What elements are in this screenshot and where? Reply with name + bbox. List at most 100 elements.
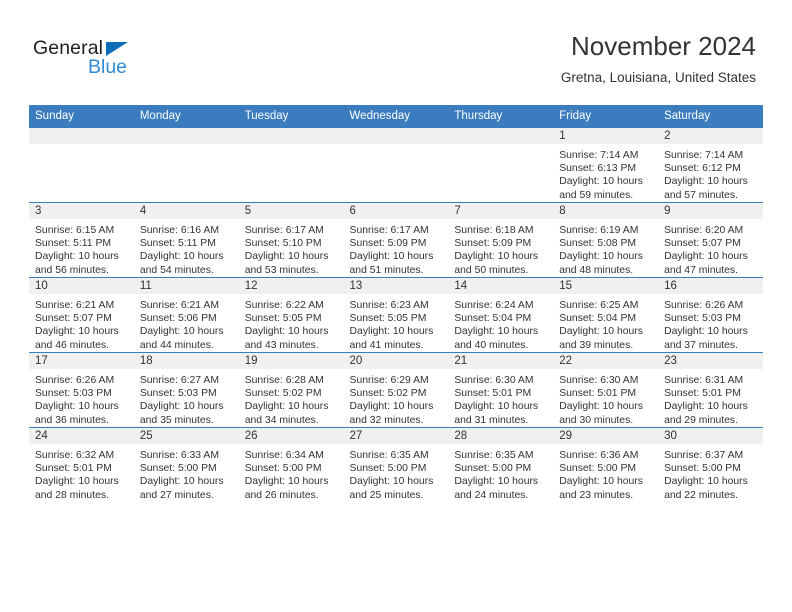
calendar-day-cell[interactable]: 6 Sunrise: 6:17 AM Sunset: 5:09 PM Daylight… xyxy=(343,202,449,278)
sunrise-text: Sunrise: 6:24 AM xyxy=(454,300,534,311)
calendar-day-cell[interactable]: 23 Sunrise: 6:31 AM Sunset: 5:01 PM Dayligh… xyxy=(658,352,763,428)
daylight-text: Daylight: 10 hours and 48 minutes. xyxy=(559,251,643,276)
calendar-day-cell[interactable]: 10 Sunrise: 6:21 AM Sunset: 5:07 PM Dayligh… xyxy=(29,277,134,353)
daylight-text: Daylight: 10 hours and 24 minutes. xyxy=(454,476,539,501)
daylight-text: Daylight: 10 hours and 40 minutes. xyxy=(454,326,539,351)
calendar-day-cell[interactable]: 14 Sunrise: 6:24 AM Sunset: 5:04 PM Dayligh… xyxy=(448,277,554,353)
calendar-day-cell[interactable]: 26 Sunrise: 6:34 AM Sunset: 5:00 PM Dayligh… xyxy=(238,427,344,502)
calendar-day-cell[interactable]: 25 Sunrise: 6:33 AM Sunset: 5:00 PM Dayligh… xyxy=(133,427,239,502)
sunset-text: Sunset: 5:07 PM xyxy=(664,238,741,250)
calendar-week-row: 17 Sunrise: 6:26 AM Sunset: 5:03 PM Dayligh… xyxy=(29,352,763,428)
calendar-day-cell-empty xyxy=(29,128,134,203)
day-details: Sunrise: 6:27 AM Sunset: 5:03 PM Daylight:… xyxy=(134,369,239,427)
daylight-text: Daylight: 10 hours and 35 minutes. xyxy=(139,401,224,426)
calendar-day-cell[interactable]: 1 Sunrise: 7:14 AM Sunset: 6:13 PM Daylight… xyxy=(553,128,659,203)
day-number: 24 xyxy=(29,428,134,444)
sunset-text: Sunset: 5:00 PM xyxy=(244,463,322,475)
calendar-day-cell[interactable]: 18 Sunrise: 6:27 AM Sunset: 5:03 PM Dayligh… xyxy=(133,352,239,428)
calendar-day-cell-empty xyxy=(343,128,449,203)
sunset-text: Sunset: 5:04 PM xyxy=(559,313,637,325)
day-details: Sunrise: 6:15 AM Sunset: 5:11 PM Daylight:… xyxy=(29,219,134,277)
calendar-day-cell[interactable]: 20 Sunrise: 6:29 AM Sunset: 5:02 PM Dayligh… xyxy=(343,352,449,428)
day-number: 8 xyxy=(553,203,659,219)
weekday-header-tuesday: Tuesday xyxy=(238,105,344,128)
day-details: Sunrise: 6:23 AM Sunset: 5:05 PM Daylight:… xyxy=(344,294,449,352)
day-number xyxy=(29,128,134,144)
day-number: 11 xyxy=(133,278,239,294)
calendar-day-cell[interactable]: 30 Sunrise: 6:37 AM Sunset: 5:00 PM Dayligh… xyxy=(658,427,763,502)
weekday-header-saturday: Saturday xyxy=(658,105,763,128)
sunset-text: Sunset: 5:03 PM xyxy=(35,388,112,400)
day-number: 30 xyxy=(658,428,763,444)
calendar-day-cell[interactable]: 15 Sunrise: 6:25 AM Sunset: 5:04 PM Dayligh… xyxy=(553,277,659,353)
weekday-header-monday: Monday xyxy=(133,105,239,128)
daylight-text: Daylight: 10 hours and 25 minutes. xyxy=(349,476,434,501)
calendar-day-cell[interactable]: 29 Sunrise: 6:36 AM Sunset: 5:00 PM Dayligh… xyxy=(553,427,659,502)
sunset-text: Sunset: 5:09 PM xyxy=(349,238,427,250)
page-title: November 2024 xyxy=(571,31,756,61)
calendar-page: General Blue November 2024 Gretna, Louis… xyxy=(0,0,792,612)
day-details: Sunrise: 6:36 AM Sunset: 5:00 PM Daylight:… xyxy=(553,444,658,502)
sunrise-text: Sunrise: 6:26 AM xyxy=(35,375,115,386)
calendar-day-cell[interactable]: 8 Sunrise: 6:19 AM Sunset: 5:08 PM Daylight… xyxy=(553,202,659,278)
calendar-day-cell[interactable]: 4 Sunrise: 6:16 AM Sunset: 5:11 PM Daylight… xyxy=(133,202,239,278)
day-details: Sunrise: 6:35 AM Sunset: 5:00 PM Daylight:… xyxy=(448,444,553,502)
day-number xyxy=(238,128,344,144)
calendar-day-cell[interactable]: 9 Sunrise: 6:20 AM Sunset: 5:07 PM Daylight… xyxy=(658,202,763,278)
daylight-text: Daylight: 10 hours and 51 minutes. xyxy=(349,251,434,276)
sunset-text: Sunset: 5:01 PM xyxy=(35,463,112,475)
sunset-text: Sunset: 5:01 PM xyxy=(454,388,532,400)
calendar-day-cell[interactable]: 13 Sunrise: 6:23 AM Sunset: 5:05 PM Dayligh… xyxy=(343,277,449,353)
day-number: 13 xyxy=(343,278,449,294)
day-number: 27 xyxy=(343,428,449,444)
calendar-week-row: 10 Sunrise: 6:21 AM Sunset: 5:07 PM Dayligh… xyxy=(29,277,763,353)
general-blue-logo[interactable]: General Blue xyxy=(33,37,233,83)
calendar-day-cell[interactable]: 3 Sunrise: 6:15 AM Sunset: 5:11 PM Daylight… xyxy=(29,202,134,278)
day-number: 10 xyxy=(29,278,134,294)
sunrise-text: Sunrise: 6:22 AM xyxy=(244,300,324,311)
sunrise-text: Sunrise: 7:14 AM xyxy=(559,150,639,161)
sunset-text: Sunset: 5:03 PM xyxy=(664,313,741,325)
calendar-day-cell[interactable]: 28 Sunrise: 6:35 AM Sunset: 5:00 PM Dayligh… xyxy=(448,427,554,502)
calendar-day-cell[interactable]: 21 Sunrise: 6:30 AM Sunset: 5:01 PM Dayligh… xyxy=(448,352,554,428)
day-details: Sunrise: 6:19 AM Sunset: 5:08 PM Daylight:… xyxy=(553,219,658,277)
weekday-header-row: Sunday Monday Tuesday Wednesday Thursday… xyxy=(29,105,763,128)
day-number: 3 xyxy=(29,203,134,219)
sunset-text: Sunset: 5:00 PM xyxy=(664,463,741,475)
calendar-day-cell[interactable]: 11 Sunrise: 6:21 AM Sunset: 5:06 PM Dayligh… xyxy=(133,277,239,353)
day-number: 18 xyxy=(133,353,239,369)
calendar-day-cell[interactable]: 22 Sunrise: 6:30 AM Sunset: 5:01 PM Dayligh… xyxy=(553,352,659,428)
sunrise-text: Sunrise: 6:19 AM xyxy=(559,225,639,236)
calendar-day-cell[interactable]: 2 Sunrise: 7:14 AM Sunset: 6:12 PM Daylight… xyxy=(658,128,763,203)
day-details: Sunrise: 6:33 AM Sunset: 5:00 PM Daylight:… xyxy=(134,444,239,502)
calendar-day-cell[interactable]: 19 Sunrise: 6:28 AM Sunset: 5:02 PM Dayligh… xyxy=(238,352,344,428)
sunset-text: Sunset: 5:01 PM xyxy=(664,388,741,400)
daylight-text: Daylight: 10 hours and 26 minutes. xyxy=(244,476,329,501)
day-details: Sunrise: 6:37 AM Sunset: 5:00 PM Daylight:… xyxy=(658,444,763,502)
sunset-text: Sunset: 5:00 PM xyxy=(349,463,427,475)
daylight-text: Daylight: 10 hours and 29 minutes. xyxy=(664,401,748,426)
sunset-text: Sunset: 5:00 PM xyxy=(139,463,217,475)
calendar-day-cell[interactable]: 5 Sunrise: 6:17 AM Sunset: 5:10 PM Daylight… xyxy=(238,202,344,278)
day-details: Sunrise: 6:35 AM Sunset: 5:00 PM Daylight:… xyxy=(344,444,449,502)
sunset-text: Sunset: 5:00 PM xyxy=(559,463,637,475)
sunrise-text: Sunrise: 6:29 AM xyxy=(349,375,429,386)
sunrise-text: Sunrise: 6:15 AM xyxy=(35,225,115,236)
daylight-text: Daylight: 10 hours and 57 minutes. xyxy=(664,176,748,201)
day-details: Sunrise: 6:21 AM Sunset: 5:07 PM Daylight:… xyxy=(29,294,134,352)
day-number: 4 xyxy=(133,203,239,219)
calendar-day-cell[interactable]: 16 Sunrise: 6:26 AM Sunset: 5:03 PM Dayligh… xyxy=(658,277,763,353)
sunset-text: Sunset: 5:03 PM xyxy=(139,388,217,400)
calendar-day-cell[interactable]: 7 Sunrise: 6:18 AM Sunset: 5:09 PM Daylight… xyxy=(448,202,554,278)
calendar-day-cell[interactable]: 24 Sunrise: 6:32 AM Sunset: 5:01 PM Dayligh… xyxy=(29,427,134,502)
calendar-day-cell[interactable]: 27 Sunrise: 6:35 AM Sunset: 5:00 PM Dayligh… xyxy=(343,427,449,502)
calendar-body: 1 Sunrise: 7:14 AM Sunset: 6:13 PM Daylight… xyxy=(29,128,763,502)
day-details: Sunrise: 6:28 AM Sunset: 5:02 PM Daylight:… xyxy=(239,369,344,427)
calendar-day-cell[interactable]: 12 Sunrise: 6:22 AM Sunset: 5:05 PM Dayligh… xyxy=(238,277,344,353)
sunrise-text: Sunrise: 6:34 AM xyxy=(244,450,324,461)
day-number: 26 xyxy=(238,428,344,444)
sunset-text: Sunset: 5:11 PM xyxy=(139,238,216,250)
calendar-day-cell-empty xyxy=(238,128,344,203)
weekday-header-sunday: Sunday xyxy=(29,105,134,128)
calendar-day-cell[interactable]: 17 Sunrise: 6:26 AM Sunset: 5:03 PM Dayligh… xyxy=(29,352,134,428)
